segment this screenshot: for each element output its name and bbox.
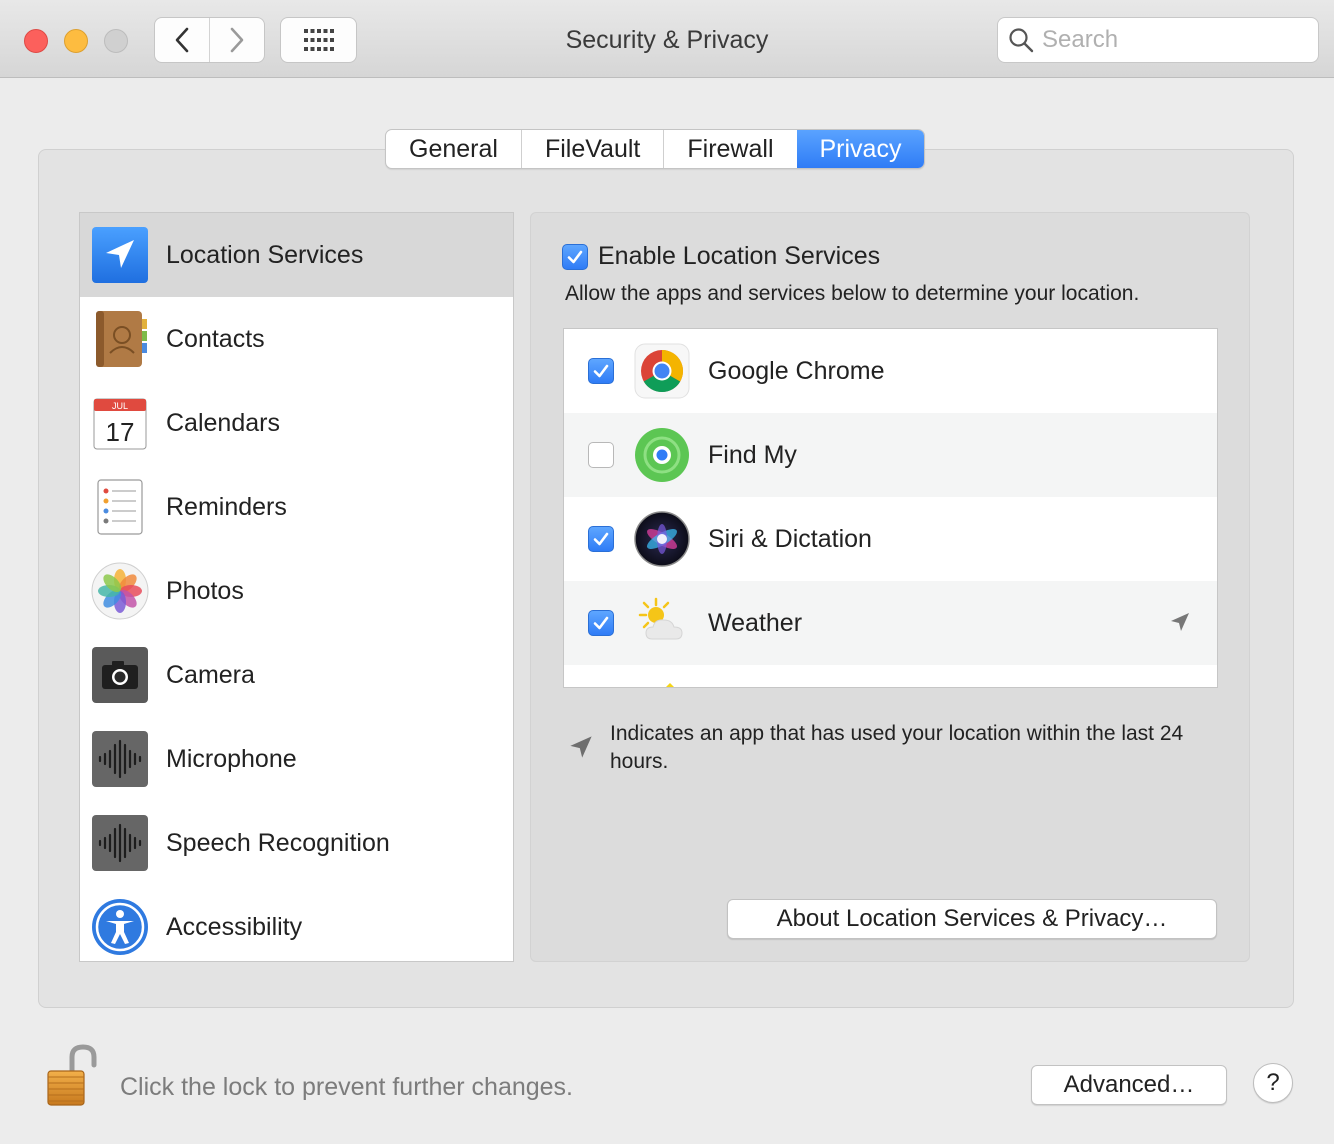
category-label: Reminders bbox=[166, 492, 287, 521]
tab-privacy[interactable]: Privacy bbox=[796, 130, 925, 168]
reminders-icon bbox=[97, 479, 143, 535]
microphone-waveform-icon bbox=[92, 731, 148, 787]
category-contacts[interactable]: Contacts bbox=[80, 297, 513, 381]
search-input[interactable] bbox=[1042, 26, 1312, 54]
photos-flower-icon bbox=[91, 562, 149, 620]
search-field[interactable] bbox=[997, 17, 1319, 63]
category-label: Location Services bbox=[166, 240, 364, 269]
app-checkbox-siri-dictation[interactable] bbox=[588, 526, 614, 552]
category-microphone[interactable]: Microphone bbox=[80, 717, 513, 801]
siri-icon bbox=[634, 511, 690, 567]
enable-location-services-label: Enable Location Services bbox=[598, 242, 881, 270]
category-label: Camera bbox=[166, 660, 255, 689]
title-bar: Security & Privacy bbox=[0, 0, 1334, 78]
lock-message: Click the lock to prevent further change… bbox=[120, 1073, 574, 1101]
advanced-button[interactable]: Advanced… bbox=[1031, 1065, 1227, 1105]
location-arrow-icon bbox=[570, 736, 592, 758]
note-text: Indicates an app that has used your loca… bbox=[610, 722, 1184, 773]
find-my-icon bbox=[635, 428, 689, 482]
speech-waveform-icon bbox=[92, 815, 148, 871]
app-row-find-my[interactable]: Find My bbox=[564, 413, 1217, 497]
unlocked-padlock-icon[interactable] bbox=[44, 1043, 100, 1109]
category-label: Photos bbox=[166, 576, 244, 605]
tab-firewall[interactable]: Firewall bbox=[663, 130, 796, 168]
checkmark-icon bbox=[593, 616, 609, 630]
weather-icon bbox=[638, 597, 683, 640]
tab-filevault[interactable]: FileVault bbox=[520, 130, 663, 168]
checkmark-icon bbox=[567, 250, 583, 263]
app-row-weather[interactable]: Weather bbox=[564, 581, 1217, 665]
location-arrow-icon bbox=[92, 227, 148, 283]
category-label: Speech Recognition bbox=[166, 828, 390, 857]
app-checkbox-find-my[interactable] bbox=[588, 442, 614, 468]
about-location-services-button[interactable]: About Location Services & Privacy… bbox=[727, 899, 1217, 939]
app-name: Google Chrome bbox=[708, 356, 885, 385]
category-reminders[interactable]: Reminders bbox=[80, 465, 513, 549]
location-description: Allow the apps and services below to det… bbox=[565, 282, 1140, 305]
category-camera[interactable]: Camera bbox=[80, 633, 513, 717]
category-accessibility[interactable]: Accessibility bbox=[80, 885, 513, 961]
calendar-day: 17 bbox=[106, 417, 135, 447]
location-app-list: Google Chrome Find My Siri & Dictation W… bbox=[563, 328, 1218, 688]
tab-general[interactable]: General bbox=[386, 130, 521, 168]
category-calendars[interactable]: JUL 17 Calendars bbox=[80, 381, 513, 465]
category-location-services[interactable]: Location Services bbox=[80, 213, 513, 297]
contacts-book-icon bbox=[96, 311, 147, 367]
partial-app-icon bbox=[666, 683, 674, 687]
calendar-month: JUL bbox=[112, 401, 128, 411]
app-row-partial bbox=[564, 665, 1217, 687]
calendar-icon: JUL 17 bbox=[93, 398, 147, 450]
checkmark-icon bbox=[593, 532, 609, 546]
app-name: Find My bbox=[708, 440, 797, 469]
app-name: Weather bbox=[708, 608, 803, 637]
search-icon bbox=[1009, 28, 1034, 53]
accessibility-icon bbox=[92, 899, 148, 955]
help-button[interactable]: ? bbox=[1253, 1063, 1293, 1103]
app-checkbox-google-chrome[interactable] bbox=[588, 358, 614, 384]
tab-bar: General FileVault Firewall Privacy bbox=[385, 129, 926, 169]
enable-location-services-row: Enable Location Services bbox=[562, 242, 880, 271]
app-row-siri-dictation[interactable]: Siri & Dictation bbox=[564, 497, 1217, 581]
category-label: Calendars bbox=[166, 408, 280, 437]
recent-location-arrow-icon bbox=[1171, 613, 1189, 631]
privacy-category-list: Location Services Contacts JUL 17 Calend… bbox=[79, 212, 514, 962]
category-label: Accessibility bbox=[166, 912, 303, 941]
category-label: Contacts bbox=[166, 324, 265, 353]
app-checkbox-weather[interactable] bbox=[588, 610, 614, 636]
camera-icon bbox=[92, 647, 148, 703]
chrome-icon bbox=[634, 343, 690, 399]
checkmark-icon bbox=[593, 364, 609, 378]
app-row-google-chrome[interactable]: Google Chrome bbox=[564, 329, 1217, 413]
category-label: Microphone bbox=[166, 744, 297, 773]
app-name: Siri & Dictation bbox=[708, 524, 872, 553]
enable-location-services-checkbox[interactable] bbox=[562, 243, 588, 270]
category-speech-recognition[interactable]: Speech Recognition bbox=[80, 801, 513, 885]
recent-location-note: Indicates an app that has used your loca… bbox=[568, 720, 1210, 776]
category-photos[interactable]: Photos bbox=[80, 549, 513, 633]
